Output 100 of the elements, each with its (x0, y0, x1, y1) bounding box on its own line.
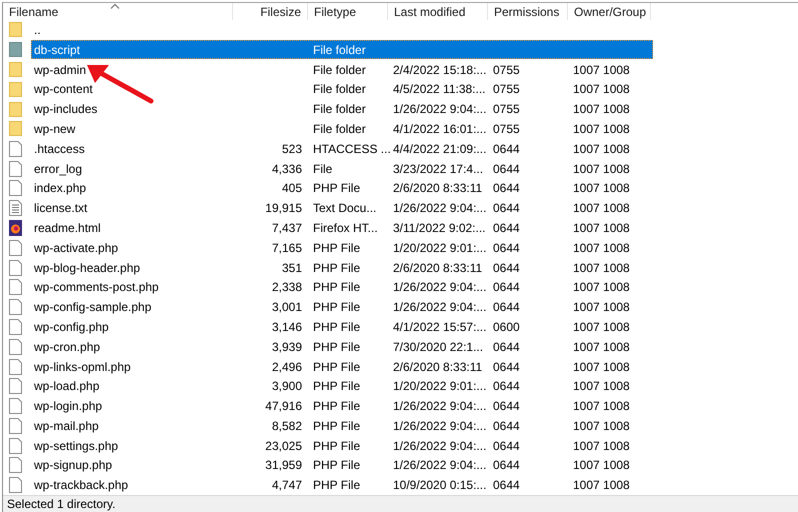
filesize-cell-text: 2,496 (270, 360, 303, 374)
file-row[interactable]: .. (31, 20, 653, 40)
file-row[interactable]: wp-links-opml.php 2,496 PHP File 2/6/2020 8:33:11 0644 1007 1008 (31, 357, 653, 376)
file-icon (9, 418, 22, 434)
modified-cell-text: 2/6/2020 8:33:11 (392, 181, 484, 196)
file-row[interactable]: db-script File folder (31, 40, 653, 60)
filename-cell-text: wp-comments-post.php (33, 280, 160, 294)
file-row[interactable]: wp-load.php 3,900 PHP File 1/20/2022 9:01:... 0644 1007 1008 (31, 376, 653, 396)
file-icon (9, 140, 22, 157)
file-row[interactable]: wp-trackback.php 4,747 PHP File 10/9/2020 0:15:... 0644 1007 1008 (31, 476, 653, 495)
file-row[interactable]: wp-new File folder 4/1/2022 16:01:... 0755 1007 1008 (31, 119, 653, 138)
filetype-cell-text: HTACCESS ... (312, 142, 390, 156)
status-text: Selected 1 directory. (7, 497, 116, 512)
text-file-icon (9, 200, 22, 216)
file-row[interactable]: wp-includes File folder 1/26/2022 9:04:... 0755 1007 1008 (31, 100, 653, 119)
filesize-cell-text: 2,338 (270, 280, 303, 294)
file-row[interactable]: wp-content File folder 4/5/2022 11:38:... 0755 1007 1008 (31, 80, 653, 99)
permissions-cell-text: 0644 (492, 478, 521, 492)
filename-cell-text: wp-mail.php (33, 418, 100, 433)
sort-caret-icon (110, 3, 120, 9)
filetype-cell-text: Firefox HT... (312, 220, 379, 235)
file-row[interactable]: wp-login.php 47,916 PHP File 1/26/2022 9:04:... 0644 1007 1008 (31, 396, 653, 416)
filename-cell-text: wp-config-sample.php (33, 300, 152, 314)
file-row[interactable]: wp-comments-post.php 2,338 PHP File 1/26/2022 9:04:... 0644 1007 1008 (31, 278, 653, 297)
modified-cell-text: 2/4/2022 15:18:... (392, 62, 488, 77)
modified-cell-text: 7/30/2020 22:1... (392, 340, 484, 354)
file-row[interactable]: wp-cron.php 3,939 PHP File 7/30/2020 22:1... 0644 1007 1008 (31, 337, 653, 356)
file-icon (9, 160, 22, 177)
file-row[interactable]: wp-mail.php 8,582 PHP File 1/26/2022 9:04:... 0644 1007 1008 (31, 416, 653, 436)
filesize-cell-text: 31,959 (264, 458, 303, 472)
filename-cell-text: wp-new (33, 122, 76, 136)
permissions-cell-text: 0644 (492, 438, 521, 453)
file-row[interactable]: wp-admin File folder 2/4/2022 15:18:... 0755 1007 1008 (31, 60, 653, 80)
filename-cell-text: wp-signup.php (33, 458, 114, 472)
owner-cell-text: 1007 1008 (572, 62, 631, 77)
file-row[interactable]: wp-settings.php 23,025 PHP File 1/26/2022 9:04:... 0644 1007 1008 (31, 436, 653, 456)
file-row[interactable]: wp-signup.php 31,959 PHP File 1/26/2022 9:04:... 0644 1007 1008 (31, 456, 653, 475)
filename-cell-text: .. (33, 22, 42, 37)
modified-cell-text: 4/5/2022 11:38:... (392, 82, 487, 96)
file-row[interactable]: wp-config.php 3,146 PHP File 4/1/2022 15:57:... 0600 1007 1008 (31, 317, 653, 336)
filename-cell-text: index.php (33, 181, 88, 196)
file-icon (9, 438, 22, 454)
owner-cell-text: 1007 1008 (572, 399, 631, 414)
owner-cell-text: 1007 1008 (572, 162, 631, 176)
filename-cell-text: wp-trackback.php (33, 478, 130, 492)
owner-cell-text: 1007 1008 (572, 280, 631, 294)
filesize-cell-text: 8,582 (270, 418, 303, 433)
permissions-cell-text: 0644 (492, 360, 521, 374)
modified-cell-text: 1/26/2022 9:04:... (392, 201, 488, 216)
modified-cell-text: 3/23/2022 17:4... (392, 162, 484, 176)
filesize-cell-text: 23,025 (264, 438, 303, 453)
permissions-cell-text: 0644 (492, 162, 521, 176)
column-header[interactable]: Permissions (488, 3, 568, 20)
permissions-cell-text: 0755 (492, 82, 521, 96)
file-icon (9, 180, 22, 196)
filetype-cell-text: PHP File (312, 418, 362, 433)
owner-cell-text: 1007 1008 (572, 438, 631, 453)
permissions-cell-text: 0644 (492, 240, 521, 255)
file-icon (9, 477, 22, 494)
file-icon (9, 338, 22, 355)
file-row[interactable]: error_log 4,336 File 3/23/2022 17:4... 0644 1007 1008 (31, 159, 653, 178)
modified-cell-text: 1/26/2022 9:04:... (392, 102, 488, 116)
file-row[interactable]: readme.html 7,437 Firefox HT... 3/11/2022 9:02:... 0644 1007 1008 (31, 218, 653, 238)
filesize-cell-text: 3,939 (270, 340, 303, 354)
filesize-cell-text: 7,437 (270, 220, 303, 235)
column-header[interactable]: Owner/Group (568, 3, 651, 20)
owner-cell-text: 1007 1008 (572, 260, 631, 275)
column-header[interactable]: Filetype (308, 3, 388, 20)
permissions-cell-text: 0644 (492, 418, 521, 433)
file-row[interactable]: wp-blog-header.php 351 PHP File 2/6/2020 8:33:11 0644 1007 1008 (31, 258, 653, 278)
file-icon (9, 398, 22, 414)
filetype-cell-text: PHP File (312, 240, 362, 255)
folder-icon (9, 22, 22, 38)
file-row[interactable]: wp-config-sample.php 3,001 PHP File 1/26/2022 9:04:... 0644 1007 1008 (31, 298, 653, 317)
filetype-cell-text: File folder (312, 82, 367, 96)
permissions-cell-text: 0755 (492, 102, 521, 116)
filename-cell-text: wp-activate.php (33, 240, 120, 255)
modified-cell-text: 4/1/2022 15:57:... (392, 320, 488, 334)
file-row[interactable]: license.txt 19,915 Text Docu... 1/26/2022 9:04:... 0644 1007 1008 (31, 198, 653, 218)
filesize-cell-text: 4,747 (270, 478, 303, 492)
column-header[interactable]: Filename (3, 3, 233, 20)
file-row[interactable]: wp-activate.php 7,165 PHP File 1/20/2022 9:01:... 0644 1007 1008 (31, 238, 653, 258)
owner-cell-text: 1007 1008 (572, 340, 631, 354)
owner-cell-text: 1007 1008 (572, 220, 631, 235)
file-row[interactable]: .htaccess 523 HTACCESS ... 4/4/2022 21:09:... 0644 1007 1008 (31, 139, 653, 158)
file-icon (9, 240, 22, 256)
filename-cell-text: wp-login.php (33, 399, 104, 414)
filesize-cell-text: 3,146 (270, 320, 303, 334)
column-header[interactable]: Last modified (388, 3, 488, 20)
folder-icon (9, 102, 22, 117)
file-row[interactable]: index.php 405 PHP File 2/6/2020 8:33:11 0644 1007 1008 (31, 178, 653, 198)
filetype-cell-text: PHP File (312, 340, 362, 354)
owner-cell-text: 1007 1008 (572, 142, 631, 156)
owner-cell-text: 1007 1008 (572, 82, 631, 96)
filename-cell-text: wp-links-opml.php (33, 360, 132, 374)
column-header[interactable]: Filesize (233, 3, 308, 20)
file-icon (9, 318, 22, 335)
filesize-cell-text: 7,165 (270, 240, 303, 255)
folder-icon (9, 82, 22, 97)
owner-cell-text: 1007 1008 (572, 418, 631, 433)
